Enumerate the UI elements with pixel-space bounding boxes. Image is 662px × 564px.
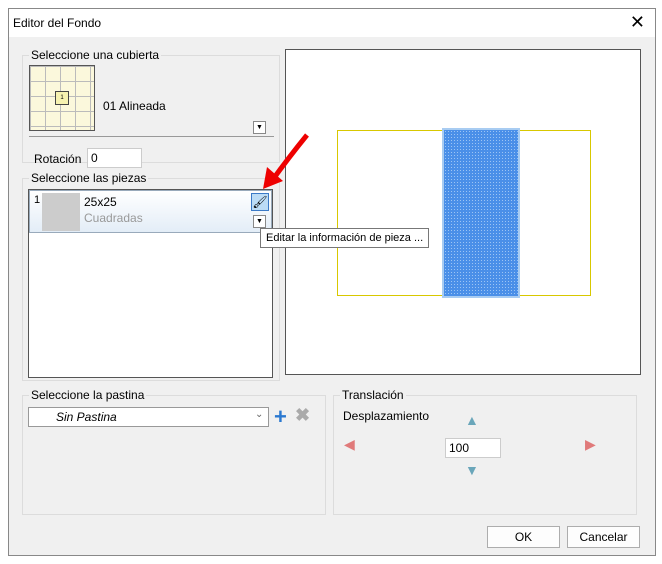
translacion-label: Translación	[340, 388, 406, 402]
delete-icon[interactable]: ✖	[295, 405, 310, 426]
editor-dialog: Editor del Fondo ✕ Seleccione una cubier…	[8, 8, 656, 556]
piezas-list[interactable]: 1 25x25 Cuadradas 🖌 ▼	[28, 189, 273, 378]
thumb-piece: 1	[55, 91, 69, 105]
preview-canvas[interactable]	[285, 49, 641, 375]
item-index: 1	[34, 194, 41, 206]
item-type: Cuadradas	[84, 211, 143, 225]
rotation-label: Rotación	[34, 152, 82, 166]
cubierta-group: Seleccione una cubierta 1 01 Alineada ▼ …	[22, 48, 280, 168]
item-name: 25x25	[84, 195, 117, 209]
window-title: Editor del Fondo	[13, 16, 102, 30]
tooltip: Editar la información de pieza ...	[260, 228, 430, 248]
arrow-up-icon[interactable]: ▲	[465, 412, 479, 428]
close-icon[interactable]: ✕	[630, 12, 645, 33]
pastina-select[interactable]: Sin Pastina	[28, 407, 269, 427]
arrow-left-icon[interactable]: ◀	[344, 436, 355, 453]
displacement-input[interactable]: 100	[445, 438, 501, 458]
red-arrow-annotation	[263, 133, 309, 189]
title-bar: Editor del Fondo ✕	[9, 9, 655, 37]
arrow-down-icon[interactable]: ▼	[465, 462, 479, 478]
piezas-group: Seleccione las piezas 1 25x25 Cuadradas …	[22, 171, 280, 381]
edit-brush-icon[interactable]: 🖌	[251, 193, 269, 211]
cubierta-label: Seleccione una cubierta	[29, 48, 162, 62]
arrow-right-icon[interactable]: ▶	[585, 436, 596, 453]
cubierta-name: 01 Alineada	[103, 99, 166, 113]
piezas-label: Seleccione las piezas	[29, 171, 149, 185]
chevron-down-icon[interactable]: ⌄	[255, 409, 263, 420]
cubierta-thumbnail[interactable]: 1	[29, 65, 95, 131]
translacion-group: Translación Desplazamiento ▲ ◀ ▶ 100 ▼	[333, 388, 637, 515]
pastina-group: Seleccione la pastina Sin Pastina ⌄ + ✖	[22, 388, 326, 515]
pastina-label: Seleccione la pastina	[29, 388, 147, 402]
rotation-input[interactable]: 0	[87, 148, 142, 168]
preview-piece[interactable]	[442, 128, 520, 298]
piece-dropdown-button[interactable]: ▼	[253, 215, 266, 228]
add-icon[interactable]: +	[274, 404, 287, 430]
ok-button[interactable]: OK	[487, 526, 560, 548]
list-item[interactable]: 1 25x25 Cuadradas 🖌 ▼	[29, 190, 272, 233]
desplazamiento-label: Desplazamiento	[343, 409, 430, 423]
cancel-button[interactable]: Cancelar	[567, 526, 640, 548]
piece-thumbnail	[42, 193, 80, 231]
